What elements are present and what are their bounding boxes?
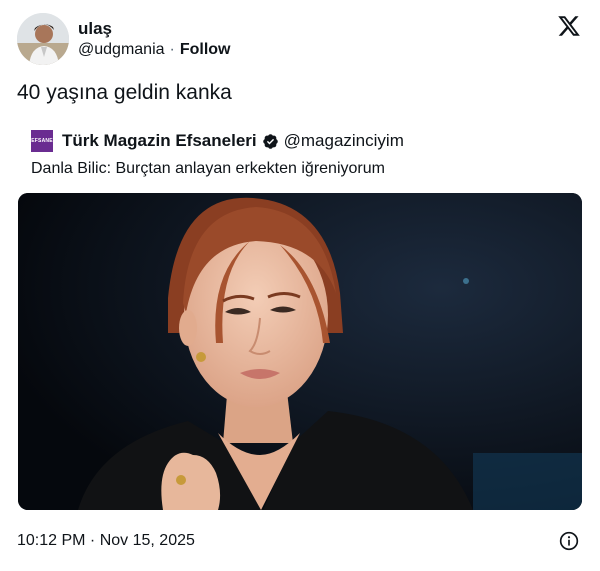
quoted-avatar-text: EFSANE [31,138,53,144]
verified-badge-icon [262,133,278,149]
handle-separator: · [169,41,175,58]
x-logo-icon[interactable] [557,14,581,38]
author-name[interactable]: ulaş [78,19,112,39]
quoted-tweet-text: Danla Bilic: Burçtan anlayan erkekten iğ… [31,160,385,177]
tweet-timestamp[interactable]: 10:12 PM · Nov 15, 2025 [17,531,195,551]
portrait-image [18,193,582,510]
quoted-avatar[interactable]: EFSANE [31,130,53,152]
author-handle-row: @udgmania · Follow [78,40,231,60]
author-avatar[interactable] [17,13,69,65]
quoted-tweet-header[interactable]: EFSANE Türk Magazin Efsaneleri @magazinc… [31,130,404,152]
quoted-media-image[interactable] [18,193,582,510]
tweet-text: 40 yaşına geldin kanka [17,81,232,104]
quoted-author-name[interactable]: Türk Magazin Efsaneleri [62,131,257,151]
follow-button[interactable]: Follow [180,41,231,58]
author-handle[interactable]: @udgmania [78,41,165,58]
info-icon[interactable] [559,531,579,551]
quoted-author-handle[interactable]: @magazinciyim [284,131,404,151]
